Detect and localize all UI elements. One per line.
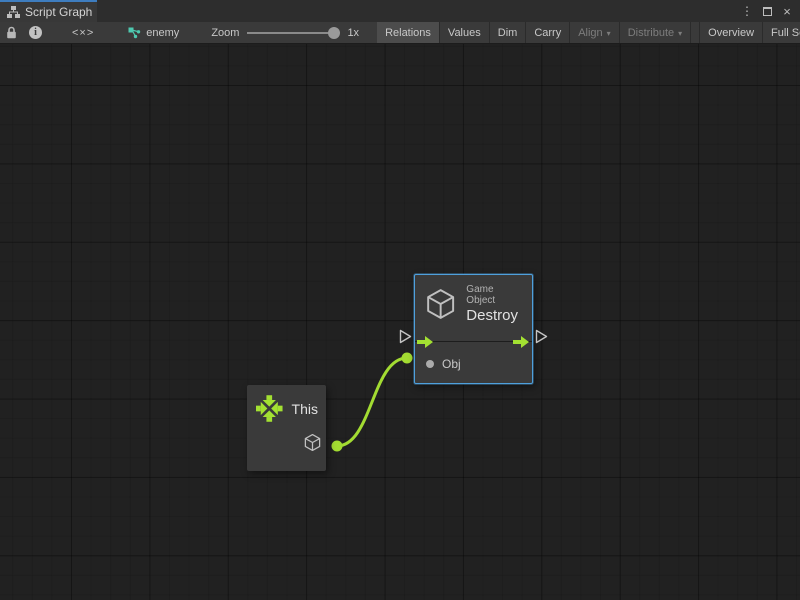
connection-wire [0, 44, 800, 600]
overview-button[interactable]: Overview [699, 22, 763, 43]
zoom-slider-track [247, 32, 339, 34]
node-destroy-titles: Game Object Destroy [466, 284, 524, 324]
script-graph-asset-icon [128, 27, 141, 39]
info-button[interactable]: i [23, 22, 48, 43]
lock-icon [6, 26, 17, 39]
values-button[interactable]: Values [440, 22, 490, 43]
distribute-label: Distribute [628, 27, 674, 39]
node-title: Destroy [466, 307, 524, 324]
input-port-row[interactable]: Obj [415, 350, 532, 371]
chevron-down-icon: ▾ [607, 29, 611, 38]
control-exit-triangle-icon[interactable] [535, 329, 548, 344]
zoom-label: Zoom [189, 27, 247, 39]
lock-button[interactable] [0, 22, 23, 43]
this-converge-icon [256, 394, 283, 423]
info-icon: i [29, 26, 42, 39]
gameobject-output-port-icon[interactable] [303, 433, 322, 452]
close-icon[interactable]: × [779, 3, 795, 19]
code-icon: <×> [54, 27, 112, 39]
zoom-slider-handle[interactable] [328, 27, 340, 39]
dim-button[interactable]: Dim [490, 22, 527, 43]
toolbar-buttons: Relations Values Dim Carry Align ▾ Distr… [377, 22, 800, 43]
node-this[interactable]: This [247, 385, 326, 471]
tab-script-graph[interactable]: Script Graph [0, 0, 97, 22]
window-titlebar: Script Graph ⋮ × [0, 0, 800, 22]
carry-button[interactable]: Carry [526, 22, 570, 43]
graph-canvas[interactable]: This Game Object Destroy [0, 44, 800, 600]
node-destroy[interactable]: Game Object Destroy Obj [414, 274, 533, 384]
graph-reference[interactable]: enemy [118, 22, 189, 43]
window-controls: ⋮ × [739, 0, 800, 22]
zoom-value: 1x [339, 27, 369, 39]
node-this-header: This [247, 385, 326, 429]
maximize-icon[interactable] [759, 3, 775, 19]
distribute-dropdown[interactable]: Distribute ▾ [620, 22, 691, 43]
relations-button[interactable]: Relations [377, 22, 440, 43]
graph-name-label: enemy [146, 27, 179, 39]
control-input-arrow-icon[interactable] [417, 335, 434, 349]
control-enter-triangle-icon[interactable] [399, 329, 412, 344]
gameobject-cube-icon [424, 287, 457, 321]
align-label: Align [578, 27, 602, 39]
fullscreen-button[interactable]: Full Screen [763, 22, 800, 43]
zoom-slider[interactable] [247, 22, 339, 44]
node-this-title: This [292, 401, 318, 417]
control-flow-row [415, 334, 532, 350]
node-category: Game Object [466, 284, 524, 306]
maximize-glyph [763, 7, 772, 16]
chevron-down-icon: ▾ [678, 29, 682, 38]
window-menu-icon[interactable]: ⋮ [739, 3, 755, 19]
align-dropdown[interactable]: Align ▾ [570, 22, 619, 43]
graph-hierarchy-icon [7, 6, 20, 18]
tab-title: Script Graph [25, 5, 92, 19]
zoom-control: Zoom 1x [189, 22, 369, 43]
node-destroy-header: Game Object Destroy [415, 275, 532, 330]
value-port-dot-icon[interactable] [426, 360, 434, 368]
graph-toolbar: i <×> enemy Zoom 1x Relations Values Dim… [0, 22, 800, 44]
control-output-arrow-icon[interactable] [513, 335, 530, 349]
input-port-label: Obj [442, 357, 461, 371]
code-view-button[interactable]: <×> [48, 22, 118, 43]
